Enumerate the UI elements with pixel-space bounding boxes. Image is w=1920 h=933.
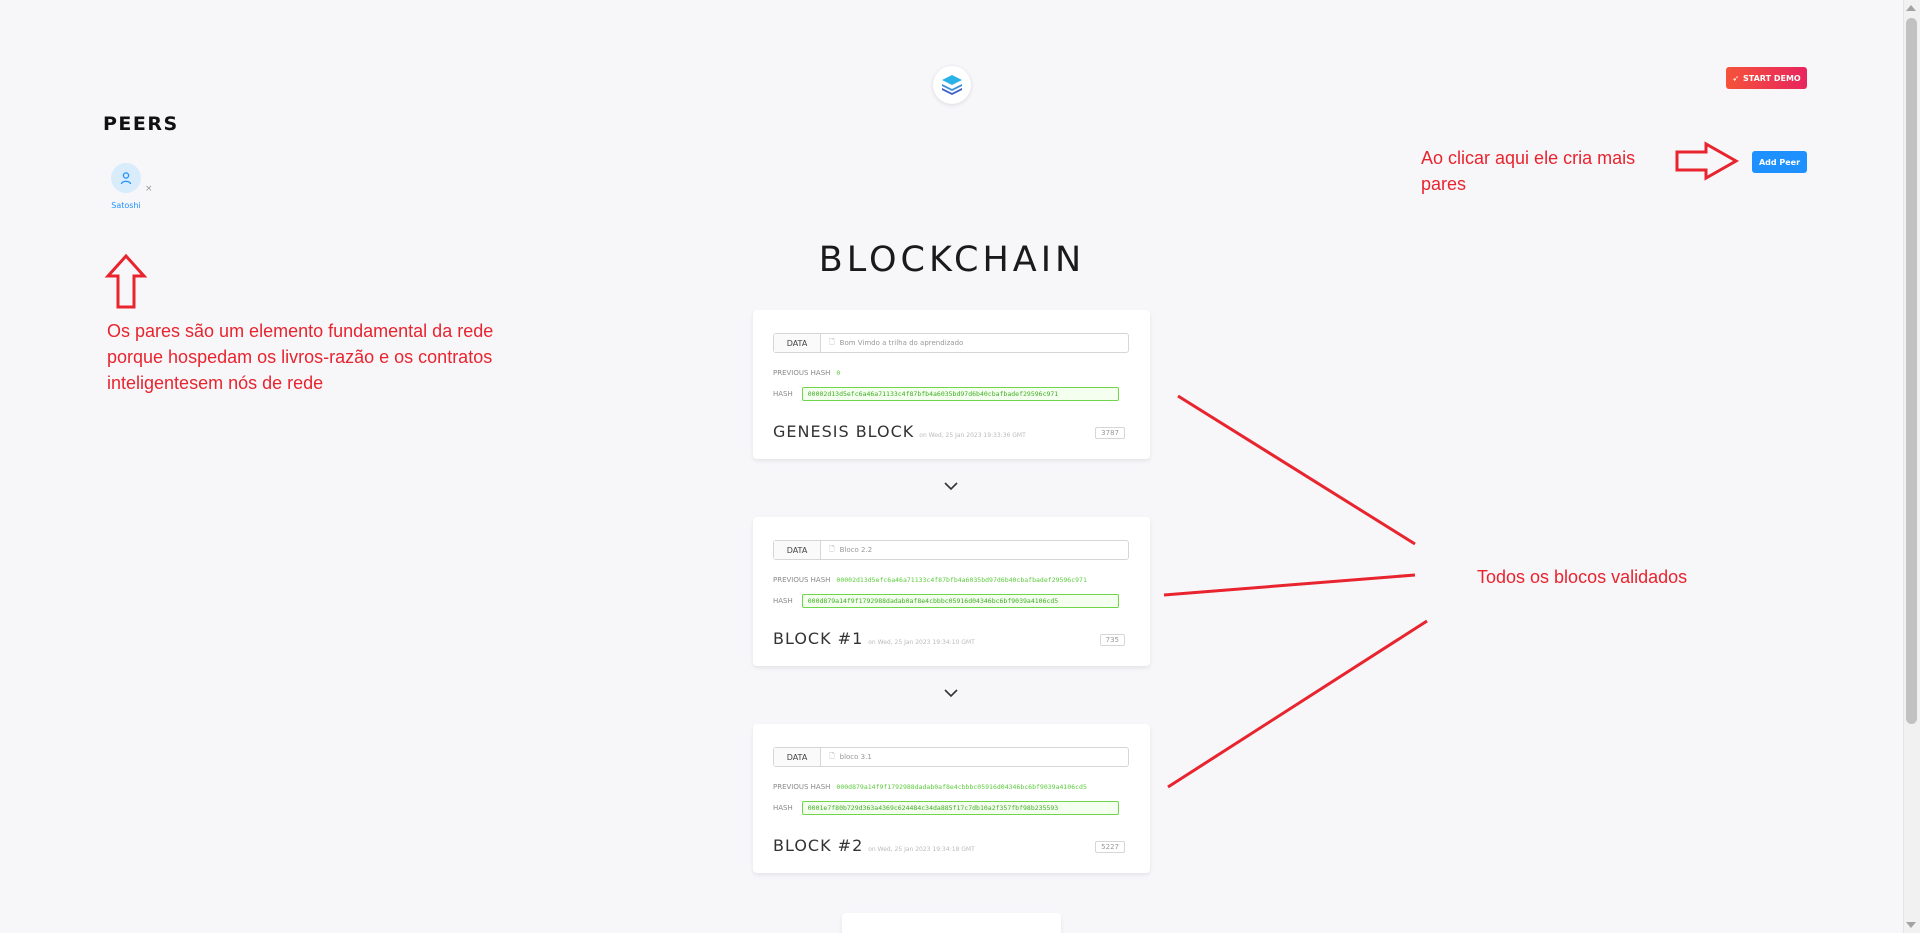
- block-name: GENESIS BLOCK: [773, 422, 915, 441]
- data-label: DATA: [774, 748, 821, 766]
- block-date: on Wed, 25 Jan 2023 19:34:18 GMT: [868, 846, 975, 853]
- block-name: BLOCK #1: [773, 629, 864, 648]
- block-date: on Wed, 25 Jan 2023 19:34:10 GMT: [868, 639, 975, 646]
- rocket-icon: ➶: [1732, 73, 1739, 83]
- start-demo-label: START DEMO: [1743, 73, 1801, 83]
- pointer-line: [1163, 573, 1416, 597]
- blockchain-title: BLOCKCHAIN: [818, 240, 1086, 280]
- hash-label: HASH: [773, 597, 793, 605]
- scroll-down-icon[interactable]: [1906, 922, 1916, 928]
- block-card: DATA 🗋 Bom Vimdo a trilha do aprendizado…: [753, 310, 1150, 459]
- previous-hash-label: PREVIOUS HASH: [773, 369, 831, 377]
- block-date: on Wed, 25 Jan 2023 19:33:36 GMT: [919, 432, 1026, 439]
- add-peer-annotation: Ao clicar aqui ele cria mais pares: [1421, 148, 1636, 194]
- block-card: DATA 🗋 Bloco 2.2 PREVIOUS HASH 00002d13d…: [753, 517, 1150, 666]
- previous-hash-value: 00002d13d5efc6a46a71133c4f87bfb4a6035bd9…: [836, 576, 1087, 584]
- data-input[interactable]: bloco 3.1: [840, 753, 872, 761]
- data-label: DATA: [774, 334, 821, 352]
- hash-value: 000d879a14f9f1792988dadab0af8e4cbbbc0591…: [801, 594, 1119, 608]
- chevron-down-icon: [944, 689, 958, 698]
- data-field[interactable]: DATA 🗋 bloco 3.1: [773, 747, 1129, 767]
- scrollbar[interactable]: [1903, 0, 1920, 933]
- remove-peer-icon[interactable]: ×: [145, 184, 153, 194]
- data-field[interactable]: DATA 🗋 Bom Vimdo a trilha do aprendizado: [773, 333, 1129, 353]
- data-field[interactable]: DATA 🗋 Bloco 2.2: [773, 540, 1129, 560]
- peers-annotation: Os pares são um elemento fundamental da …: [107, 321, 494, 393]
- scrollbar-thumb[interactable]: [1906, 18, 1917, 724]
- hash-label: HASH: [773, 804, 793, 812]
- scroll-up-icon[interactable]: [1906, 5, 1916, 11]
- data-input[interactable]: Bom Vimdo a trilha do aprendizado: [840, 339, 964, 347]
- hash-label: HASH: [773, 390, 793, 398]
- previous-hash-label: PREVIOUS HASH: [773, 783, 831, 791]
- document-icon: 🗋: [829, 544, 835, 553]
- previous-hash-value: 0: [836, 369, 841, 377]
- data-input[interactable]: Bloco 2.2: [840, 546, 873, 554]
- hash-value: 0001e7f80b729d363a4369c624484c34da885f17…: [801, 801, 1119, 815]
- peer-satoshi[interactable]: Satoshi: [106, 163, 146, 210]
- block-card: DATA 🗋 bloco 3.1 PREVIOUS HASH 000d879a1…: [753, 724, 1150, 873]
- blocks-annotation: Todos os blocos validados: [1477, 567, 1688, 587]
- user-icon: [111, 163, 141, 193]
- start-demo-button[interactable]: ➶ START DEMO: [1726, 67, 1807, 89]
- add-peer-button[interactable]: Add Peer: [1752, 151, 1807, 173]
- app-logo[interactable]: [933, 66, 971, 104]
- document-icon: 🗋: [829, 751, 835, 760]
- peers-title: PEERS: [103, 113, 179, 135]
- nonce-badge: 735: [1099, 634, 1125, 646]
- data-label: DATA: [774, 541, 821, 559]
- peer-name: Satoshi: [111, 201, 141, 210]
- pointer-line: [1177, 394, 1416, 546]
- block-name: BLOCK #2: [773, 836, 864, 855]
- document-icon: 🗋: [829, 337, 835, 346]
- nonce-badge: 5227: [1095, 841, 1125, 853]
- pointer-line: [1167, 619, 1428, 789]
- hash-value: 00002d13d5efc6a46a71133c4f87bfb4a6035bd9…: [801, 387, 1119, 401]
- previous-hash-value: 000d879a14f9f1792988dadab0af8e4cbbbc0591…: [836, 783, 1087, 791]
- nonce-badge: 3787: [1095, 427, 1125, 439]
- layers-logo-icon: [942, 75, 962, 95]
- right-arrow-icon: [1675, 141, 1740, 181]
- previous-hash-label: PREVIOUS HASH: [773, 576, 831, 584]
- chevron-down-icon: [944, 482, 958, 491]
- new-block-card: [842, 913, 1061, 933]
